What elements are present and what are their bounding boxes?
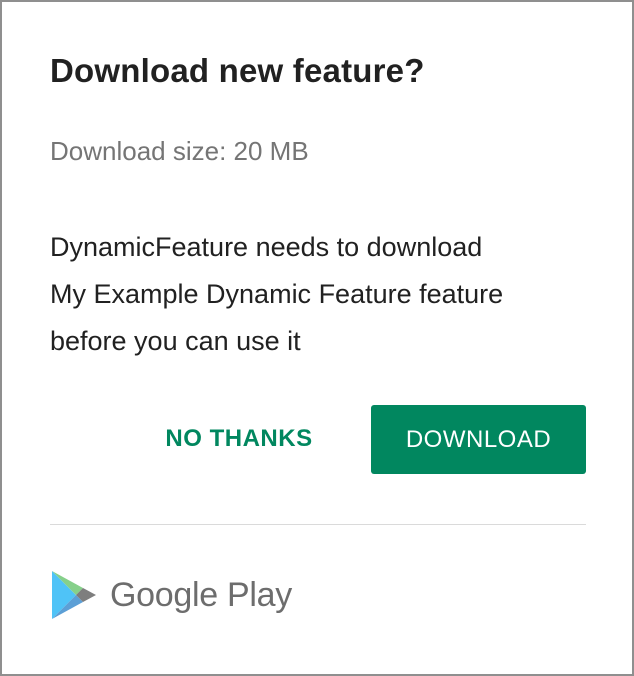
download-feature-dialog: Download new feature? Download size: 20 … <box>0 0 634 676</box>
dialog-message: DynamicFeature needs to download My Exam… <box>50 224 610 365</box>
no-thanks-button[interactable]: NO THANKS <box>144 405 334 473</box>
message-line: before you can use it <box>50 326 301 356</box>
footer-divider <box>50 524 586 525</box>
download-size-label: Download size: 20 MB <box>50 136 309 166</box>
google-play-text: Google Play <box>110 575 292 614</box>
dialog-title: Download new feature? <box>50 52 425 89</box>
google-play-logo: Google Play <box>50 569 292 621</box>
download-button[interactable]: DOWNLOAD <box>371 405 586 474</box>
message-line: My Example Dynamic Feature feature <box>50 279 504 309</box>
message-line: DynamicFeature needs to download <box>50 232 483 262</box>
google-play-icon <box>52 571 96 619</box>
